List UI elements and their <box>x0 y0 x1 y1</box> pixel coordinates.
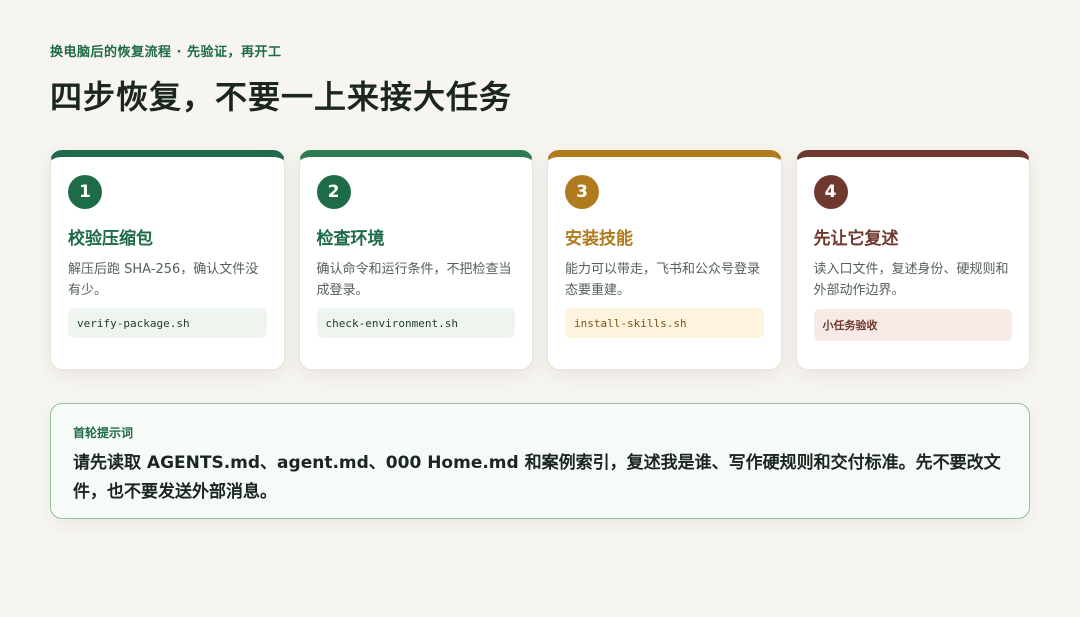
page-title: 四步恢复，不要一上来接大任务 <box>50 78 513 116</box>
step-description: 读入口文件，复述身份、硬规则和外部动作边界。 <box>813 262 1009 298</box>
step-script-tag: verify-package.sh <box>68 308 267 338</box>
step-script-tag: check-environment.sh <box>316 308 515 338</box>
step-number-badge: 4 <box>813 175 848 209</box>
step-title: 先让它复述 <box>813 229 899 249</box>
step-number-badge: 2 <box>316 175 351 209</box>
first-round-prompt-box: 首轮提示词 请先读取 AGENTS.md、agent.md、000 Home.m… <box>50 403 1030 519</box>
step-description: 能力可以带走，飞书和公众号登录态要重建。 <box>565 262 761 298</box>
step-number-badge: 1 <box>68 175 102 209</box>
prompt-text: 请先读取 AGENTS.md、agent.md、000 Home.md 和案例索… <box>73 453 1001 502</box>
step-description: 确认命令和运行条件，不把检查当成登录。 <box>316 262 512 298</box>
step-script-tag: install-skills.sh <box>565 308 764 338</box>
step-title: 校验压缩包 <box>68 229 153 249</box>
step-card-3: 3 安装技能 能力可以带走，飞书和公众号登录态要重建。 install-skil… <box>547 150 782 370</box>
step-card-2: 2 检查环境 确认命令和运行条件，不把检查当成登录。 check-environ… <box>298 150 533 370</box>
step-title: 检查环境 <box>316 229 385 249</box>
step-number-badge: 3 <box>565 175 599 209</box>
step-card-1: 1 校验压缩包 解压后跑 SHA-256，确认文件没有少。 verify-pac… <box>50 150 285 370</box>
step-task-tag: 小任务验收 <box>813 309 1012 341</box>
step-title: 安装技能 <box>565 229 633 249</box>
step-description: 解压后跑 SHA-256，确认文件没有少。 <box>68 262 259 298</box>
prompt-label: 首轮提示词 <box>73 426 134 440</box>
step-cards: 1 校验压缩包 解压后跑 SHA-256，确认文件没有少。 verify-pac… <box>50 150 1030 370</box>
step-card-4: 4 先让它复述 读入口文件，复述身份、硬规则和外部动作边界。 小任务验收 <box>795 150 1030 370</box>
page-eyebrow: 换电脑后的恢复流程 · 先验证，再开工 <box>50 45 282 60</box>
